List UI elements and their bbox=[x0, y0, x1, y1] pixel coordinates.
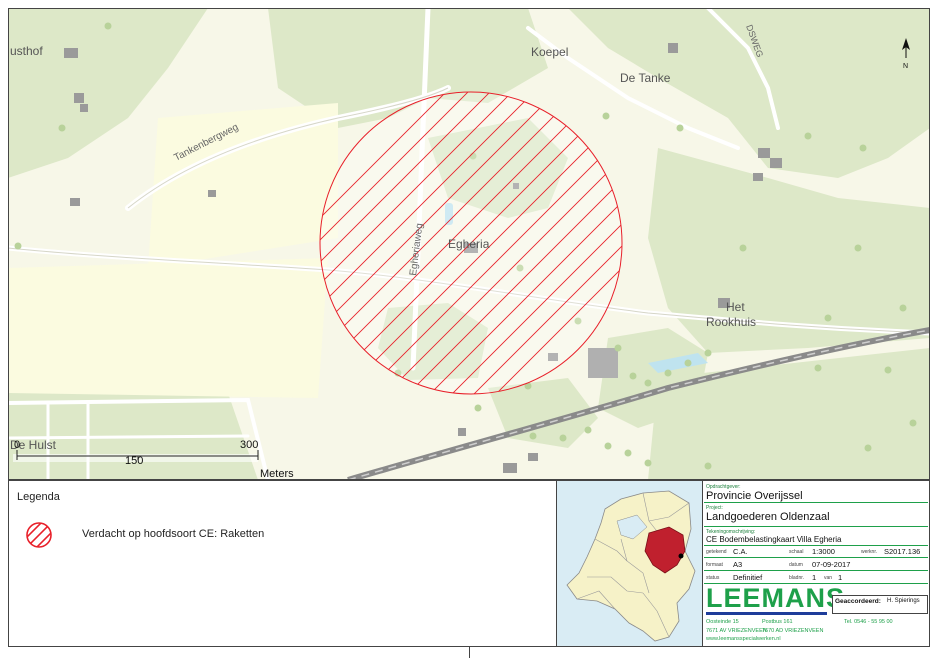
geaccordeerd-label: Geaccordeerd: bbox=[835, 598, 881, 605]
address-phone: Tel. 0546 - 55 95 00 bbox=[844, 619, 893, 625]
van-label: van bbox=[824, 575, 833, 581]
van-value: 1 bbox=[838, 573, 843, 582]
project-value: Landgoederen Oldenzaal bbox=[706, 511, 830, 523]
address-city-1: 7671 AV VRIEZENVEEN bbox=[706, 628, 767, 634]
blad-value: 1 bbox=[812, 573, 817, 582]
getekend-label: getekend bbox=[706, 549, 727, 555]
address-city-2: 7670 AD VRIEZENVEEN bbox=[762, 628, 824, 634]
datum-value: 07-09-2017 bbox=[812, 560, 851, 569]
bottom-panel-frame bbox=[8, 480, 930, 658]
blad-label: bladnr. bbox=[789, 575, 805, 581]
legend-hatched-circle-icon bbox=[26, 522, 52, 548]
company-logo: LEEMANS bbox=[706, 583, 846, 613]
status-value: Definitief bbox=[733, 573, 763, 582]
opdrachtgever-value: Provincie Overijssel bbox=[706, 490, 803, 502]
formaat-label: formaat bbox=[706, 562, 723, 568]
omschrijving-value: CE Bodembelastingkaart Villa Egheria bbox=[706, 535, 842, 544]
address-postbus: Postbus 161 bbox=[762, 619, 793, 625]
werknr-label: werknr. bbox=[861, 549, 878, 555]
schaal-label: schaal bbox=[789, 549, 804, 555]
werknr-value: S2017.136 bbox=[884, 547, 921, 556]
getekend-value: C.A. bbox=[733, 547, 748, 556]
inset-map-netherlands bbox=[557, 481, 702, 646]
schaal-value: 1:3000 bbox=[812, 547, 835, 556]
formaat-value: A3 bbox=[733, 560, 743, 569]
logo-underline bbox=[706, 612, 827, 615]
address-street: Oosteinde 15 bbox=[706, 619, 739, 625]
legend-item-label: Verdacht op hoofdsoort CE: Raketten bbox=[82, 528, 265, 540]
datum-label: datum bbox=[789, 562, 803, 568]
status-label: status bbox=[706, 575, 720, 581]
company-website: www.leemansspecialwerken.nl bbox=[706, 636, 781, 642]
legend-title: Legenda bbox=[17, 491, 60, 503]
geaccordeerd-value: H. Spierings bbox=[887, 598, 920, 604]
